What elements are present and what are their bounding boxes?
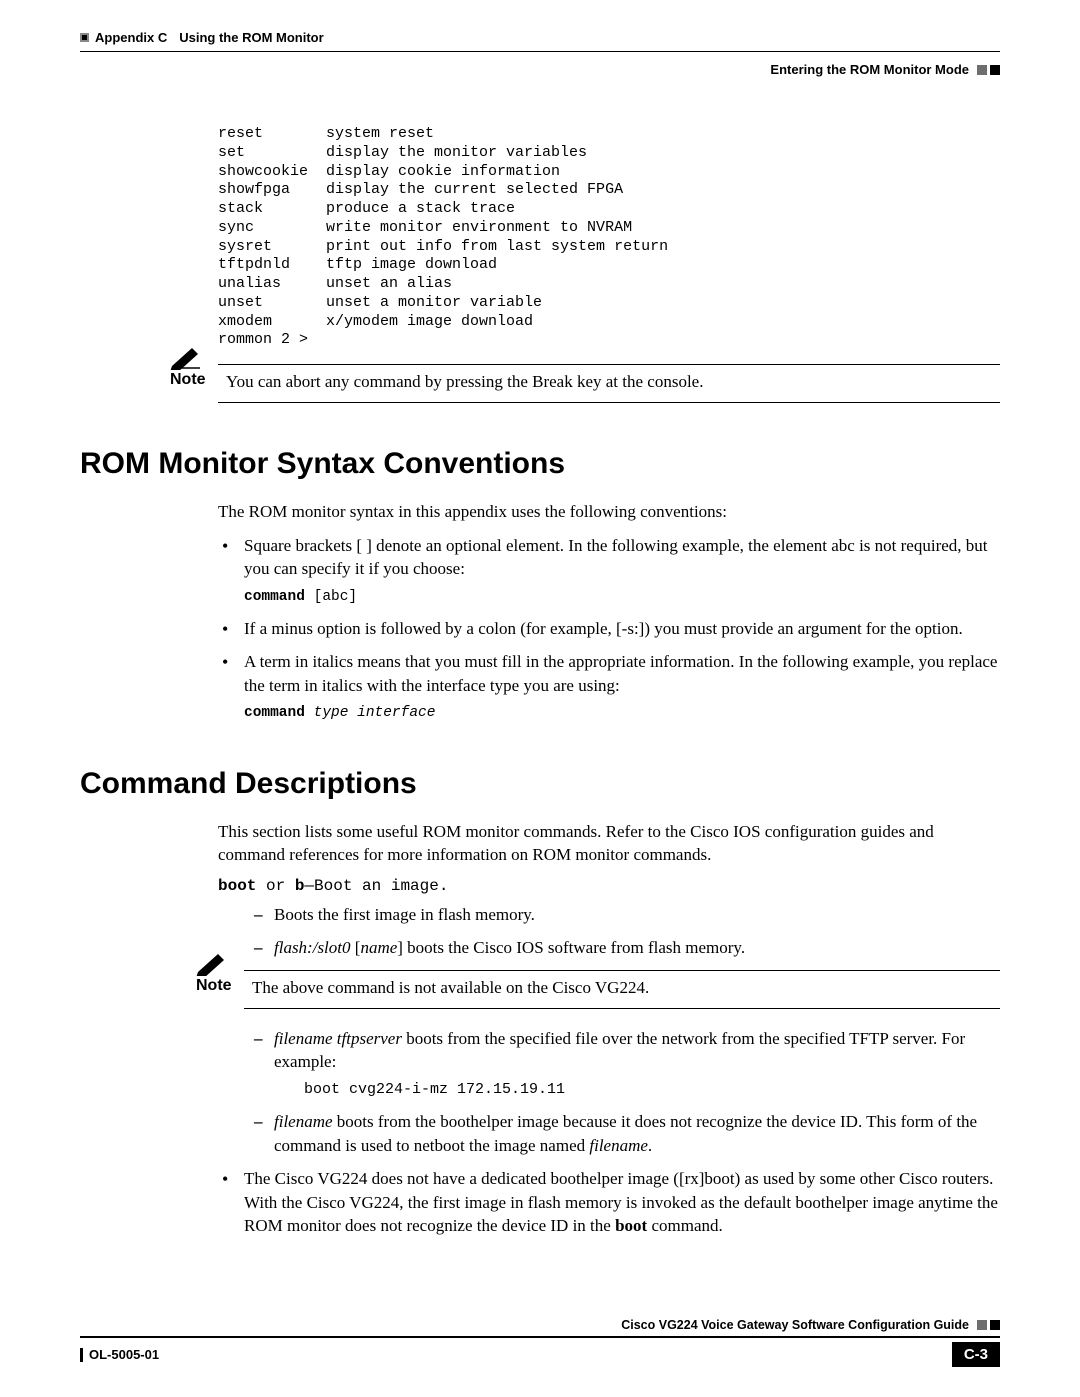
boot-command-line: boot or b—Boot an image. [218,877,1000,895]
appendix-label: Appendix C [95,30,167,45]
header-bullet-icon [80,33,89,42]
note-label: Note [170,371,212,389]
dash4-ital1: filename [274,1112,333,1131]
boot-rest: —Boot an image. [304,877,448,895]
cmd1-rest: [abc] [305,589,357,605]
cmds-intro: This section lists some useful ROM monit… [218,821,1000,867]
cmd2-ital: type interface [305,705,436,721]
heading-syntax-conventions: ROM Monitor Syntax Conventions [80,447,1000,481]
boot-bold1: boot [218,877,256,895]
syntax-intro: The ROM monitor syntax in this appendix … [218,501,1000,524]
footer-squares-icon [977,1320,1000,1330]
note-block-1: Note You can abort any command by pressi… [218,364,1000,403]
syntax-cmd-example-1: command [abc] [244,587,1000,607]
cmd1-bold: command [244,589,305,605]
dash2-rest: ] boots the Cisco IOS software from flas… [397,938,745,957]
page-header: Appendix C Using the ROM Monitor [80,30,1000,45]
dash2-mid: [ [351,938,361,957]
note-rule-bottom [218,402,1000,403]
boot-dash-list: Boots the first image in flash memory. f… [244,903,1000,960]
section-breadcrumb: Entering the ROM Monitor Mode [770,62,969,77]
bullet-last-b: command. [647,1216,723,1235]
footer-guide-title: Cisco VG224 Voice Gateway Software Confi… [621,1318,969,1332]
dash2-ital2: name [360,938,397,957]
terminal-output: reset system reset set display the monit… [218,125,1000,350]
syntax-bullet-list: Square brackets [ ] denote an optional e… [218,534,1000,723]
note-rule-top [218,364,1000,365]
syntax-bullet-2: If a minus option is followed by a colon… [218,617,1000,640]
page-footer: Cisco VG224 Voice Gateway Software Confi… [80,1318,1000,1367]
boot-dash-1: Boots the first image in flash memory. [244,903,1000,926]
doc-id-text: OL-5005-01 [89,1347,159,1362]
footer-rule [80,1336,1000,1338]
syntax-bullet-1-text: Square brackets [ ] denote an optional e… [244,536,988,578]
dash3-ital: filename tftpserver [274,1029,402,1048]
boot-dash-4: filename boots from the boothelper image… [244,1110,1000,1157]
appendix-title: Using the ROM Monitor [179,30,323,45]
dash4-ital2: filename [589,1136,648,1155]
heading-command-descriptions: Command Descriptions [80,767,1000,801]
note-pencil-icon [170,346,204,370]
note2-label: Note [196,977,238,995]
syntax-bullet-3-text: A term in italics means that you must fi… [244,652,997,694]
header-squares-icon [977,65,1000,75]
cmd2-bold: command [244,705,305,721]
bullet-last-bold: boot [615,1216,647,1235]
note-text: You can abort any command by pressing th… [226,371,1000,394]
header-left: Appendix C Using the ROM Monitor [80,30,324,45]
syntax-bullet-1: Square brackets [ ] denote an optional e… [218,534,1000,607]
boot-dash-2: flash:/slot0 [name] boots the Cisco IOS … [244,936,1000,959]
footer-doc-id: OL-5005-01 [80,1347,159,1362]
note2-rule-bottom [244,1008,1000,1009]
note-block-2: Note The above command is not available … [244,970,1000,1009]
boot-bold2: b [295,877,305,895]
cmds-bullet-last: The Cisco VG224 does not have a dedicate… [218,1167,1000,1237]
boot-dash-list-2: filename tftpserver boots from the speci… [244,1027,1000,1158]
dash4-rest-b: . [648,1136,652,1155]
note2-rule-top [244,970,1000,971]
page-number-badge: C-3 [952,1342,1000,1367]
boot-mid: or [256,877,294,895]
header-rule [80,51,1000,52]
dash2-ital1: flash:/slot0 [274,938,351,957]
footer-vbar-icon [80,1348,83,1362]
note2-text: The above command is not available on th… [252,977,1000,1000]
boot-dash-3: filename tftpserver boots from the speci… [244,1027,1000,1101]
boot-example-code: boot cvg224-i-mz 172.15.19.11 [304,1080,1000,1101]
syntax-bullet-3: A term in italics means that you must fi… [218,650,1000,723]
syntax-cmd-example-2: command type interface [244,703,1000,723]
note-pencil-icon [196,952,230,976]
cmds-bullet-list: The Cisco VG224 does not have a dedicate… [218,1167,1000,1237]
